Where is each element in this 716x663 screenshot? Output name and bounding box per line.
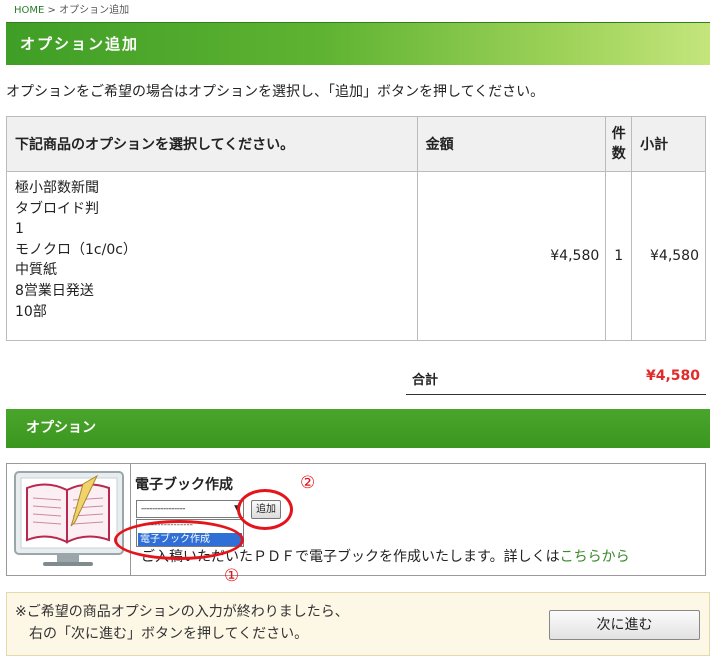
header-subtotal: 小計: [631, 116, 706, 172]
ebook-icon: [14, 471, 124, 566]
header-qty: 件数: [605, 116, 633, 172]
items-table: 下記商品のオプションを選択してください。 金額 件数 小計 極小部数新聞 タブロ…: [6, 116, 706, 341]
spec-line: 中質紙: [15, 262, 57, 279]
option-select[interactable]: ---------------- ▼: [136, 500, 244, 518]
breadcrumb-home-link[interactable]: HOME: [14, 5, 44, 16]
notice-box: ※ご希望の商品オプションの入力が終わりましたら、 右の「次に進む」ボタンを押して…: [6, 592, 710, 656]
total-label: 合計: [412, 373, 439, 388]
option-select-value: ----------------: [141, 504, 185, 514]
spec-line: 10部: [15, 303, 47, 320]
subtotal-cell: ¥4,580: [631, 171, 706, 341]
annotation-circle-1: [114, 520, 244, 560]
notice-line: 右の「次に進む」ボタンを押してください。: [15, 626, 309, 642]
options-section-title: オプション: [6, 409, 710, 448]
next-button[interactable]: 次に進む: [549, 610, 700, 640]
intro-text: オプションをご希望の場合はオプションを選択し、「追加」ボタンを押してください。: [6, 84, 545, 100]
ebook-monitor-image: [7, 464, 131, 575]
total-value: ¥4,580: [645, 368, 700, 384]
qty-cell: 1: [605, 171, 633, 341]
total-row: 合計 ¥4,580: [406, 364, 706, 395]
breadcrumb-separator: >: [47, 5, 56, 16]
table-row: 極小部数新聞 タブロイド判 1 モノクロ（1c/0c） 中質紙 8営業日発送 1…: [6, 171, 706, 341]
spec-line: 極小部数新聞: [15, 180, 99, 196]
page-title: オプション追加: [6, 22, 710, 65]
spec-line: モノクロ（1c/0c）: [15, 241, 137, 258]
option-title: 電子ブック作成: [135, 477, 233, 493]
annotation-mark-2: ②: [300, 473, 316, 493]
spec-line: 8営業日発送: [15, 282, 94, 299]
header-price: 金額: [416, 116, 607, 172]
spec-line: タブロイド判: [15, 200, 99, 217]
breadcrumb-current: オプション追加: [59, 5, 130, 16]
price-cell: ¥4,580: [416, 171, 607, 341]
breadcrumb: HOME > オプション追加: [14, 1, 129, 16]
details-link[interactable]: こちらから: [560, 549, 630, 565]
notice-message: ※ご希望の商品オプションの入力が終わりましたら、 右の「次に進む」ボタンを押して…: [15, 601, 349, 645]
product-specs: 極小部数新聞 タブロイド判 1 モノクロ（1c/0c） 中質紙 8営業日発送 1…: [6, 171, 418, 341]
annotation-circle-2: [237, 489, 293, 530]
header-product: 下記商品のオプションを選択してください。: [6, 116, 418, 172]
option-item: 電子ブック作成 ---------------- ▼ 追加 ----------…: [6, 463, 706, 576]
table-header-row: 下記商品のオプションを選択してください。 金額 件数 小計: [6, 116, 706, 172]
annotation-mark-1: ①: [224, 566, 240, 586]
spec-line: 1: [15, 221, 24, 238]
notice-line: ※ご希望の商品オプションの入力が終わりましたら、: [15, 604, 349, 620]
